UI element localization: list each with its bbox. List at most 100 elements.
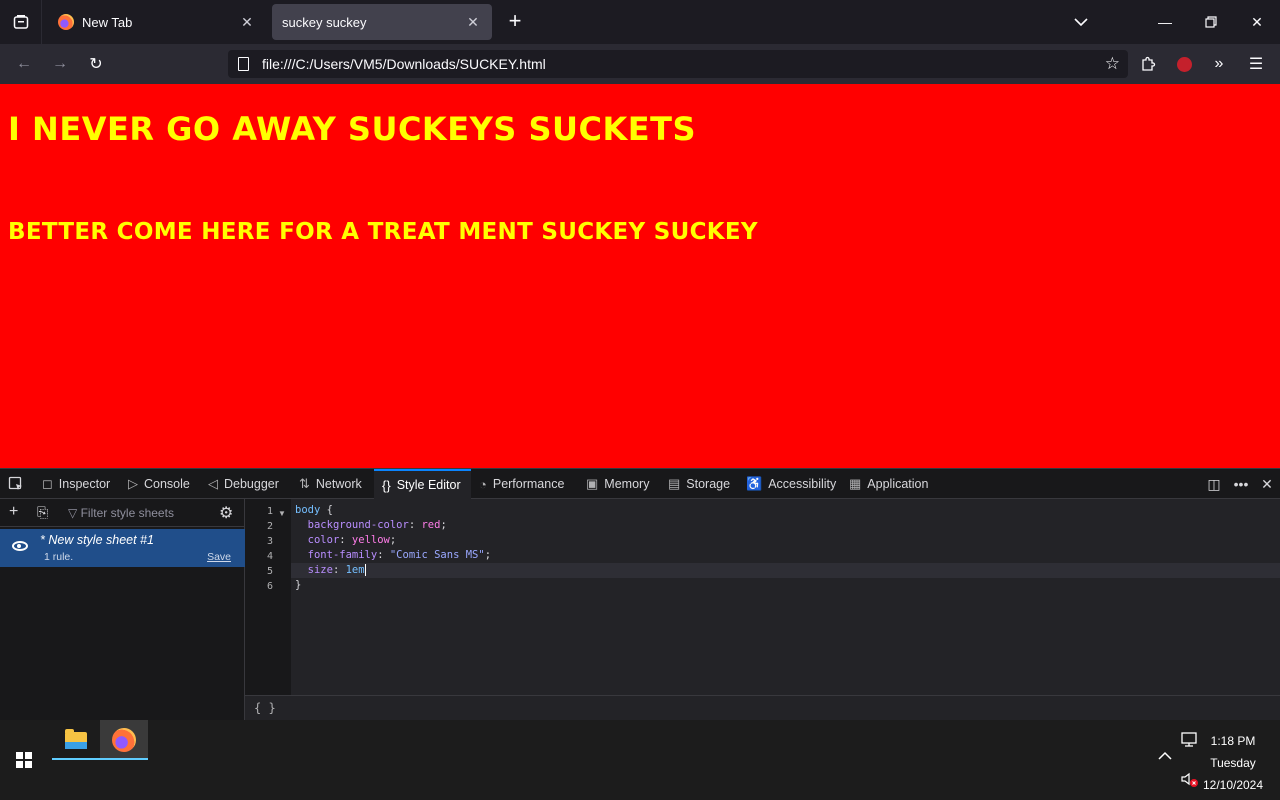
add-stylesheet-icon[interactable]: +: [9, 503, 18, 521]
bookmark-star-icon[interactable]: ☆: [1105, 54, 1120, 74]
tab-style-editor[interactable]: {} Style Editor: [374, 469, 471, 499]
devtools-menu-button[interactable]: •••: [1228, 469, 1254, 499]
tab-application[interactable]: ▦ Application: [849, 469, 928, 499]
list-all-tabs-button[interactable]: [1058, 0, 1104, 44]
line-number: 4: [266, 551, 273, 562]
stylesheet-name: * New style sheet #1: [40, 533, 154, 547]
save-link[interactable]: Save: [207, 551, 231, 563]
css-property: color: [307, 534, 340, 546]
minimize-button[interactable]: —: [1142, 0, 1188, 44]
arrow-right-icon: →: [52, 55, 68, 72]
page-heading: I NEVER GO AWAY SUCKEYS SUCKETS: [8, 110, 696, 148]
page-subheading: BETTER COME HERE FOR A TREAT MENT SUCKEY…: [8, 219, 758, 245]
close-icon[interactable]: ✕: [464, 13, 482, 31]
pretty-print-button[interactable]: { }: [254, 701, 276, 715]
tab-label: Accessibility: [768, 477, 837, 491]
tab-label: Console: [144, 477, 190, 491]
windows-start-icon[interactable]: [16, 752, 32, 768]
navigation-toolbar: ← → ↻ file:///C:/Users/VM5/Downloads/SUC…: [0, 44, 1280, 84]
filter-placeholder: Filter style sheets: [80, 506, 174, 520]
reload-icon: ↻: [89, 56, 103, 73]
tab-new-tab[interactable]: New Tab ✕: [48, 4, 266, 40]
line-number: 3: [266, 536, 273, 547]
volume-tray-icon[interactable]: [1181, 772, 1199, 791]
window-close-button[interactable]: ✕: [1234, 0, 1280, 44]
devtools-panel: ◻ Inspector ▷ Console ◁ Debugger ⇅ Network {…: [0, 468, 1280, 721]
app-menu-button[interactable]: ☰: [1242, 50, 1270, 78]
stylesheet-item[interactable]: * New style sheet #1 1 rule. Save: [0, 529, 245, 567]
url-bar[interactable]: file:///C:/Users/VM5/Downloads/SUCKEY.ht…: [228, 50, 1128, 78]
tab-title: New Tab: [82, 14, 133, 30]
storage-icon: ▤: [668, 476, 681, 491]
network-tray-icon[interactable]: [1181, 732, 1199, 751]
chevrons-right-icon: »: [1214, 55, 1224, 72]
code-brace: {: [320, 504, 333, 516]
gear-icon[interactable]: ⚙: [219, 503, 233, 523]
firefox-view-icon: [13, 15, 28, 29]
close-icon: ✕: [1251, 13, 1263, 30]
css-value: "Comic Sans MS": [389, 549, 485, 561]
filter-stylesheets-input[interactable]: ▽ Filter style sheets: [68, 506, 174, 520]
forward-button[interactable]: →: [46, 50, 74, 78]
tab-network[interactable]: ⇅ Network: [299, 469, 362, 499]
css-property: background-color: [307, 519, 409, 531]
css-property: size: [307, 564, 333, 576]
more-tools-button[interactable]: »: [1205, 50, 1233, 78]
restore-icon: [1205, 16, 1217, 28]
tab-performance[interactable]: ◔ Performance: [479, 469, 564, 499]
fold-arrow-icon[interactable]: ▼: [278, 509, 286, 518]
ublock-icon: [1176, 56, 1192, 72]
dock-icon: ◫: [1207, 475, 1221, 492]
style-editor[interactable]: 1 ▼ 2 3 4 5 6 body { background-color: r…: [245, 499, 1280, 695]
extensions-button[interactable]: [1134, 50, 1162, 78]
document-icon: [238, 57, 249, 71]
element-picker-button[interactable]: [8, 469, 24, 499]
url-text: file:///C:/Users/VM5/Downloads/SUCKEY.ht…: [262, 56, 546, 72]
firefox-icon: [58, 14, 74, 30]
tab-label: Style Editor: [396, 478, 461, 492]
tab-label: Network: [315, 477, 362, 491]
tab-console[interactable]: ▷ Console: [128, 469, 190, 499]
hamburger-menu-icon: ☰: [1248, 56, 1264, 73]
performance-icon: ◔: [479, 476, 487, 492]
memory-icon: ▣: [586, 476, 599, 491]
eye-icon[interactable]: [12, 541, 28, 551]
running-indicator: [100, 758, 148, 760]
tab-label: Storage: [686, 477, 731, 491]
tab-inspector[interactable]: ◻ Inspector: [42, 469, 110, 499]
tab-debugger[interactable]: ◁ Debugger: [208, 469, 279, 499]
sidebar-toolbar: + ⎘ ▽ Filter style sheets ⚙: [0, 499, 245, 527]
new-tab-button[interactable]: +: [503, 10, 527, 34]
network-icon: ⇅: [299, 476, 310, 491]
restore-button[interactable]: [1188, 0, 1234, 44]
css-value: red: [421, 519, 441, 531]
back-button[interactable]: ←: [10, 50, 38, 78]
ublock-button[interactable]: [1170, 50, 1198, 78]
tab-accessibility[interactable]: ♿ Accessibility: [746, 469, 836, 499]
line-number: 5: [266, 566, 273, 577]
reload-button[interactable]: ↻: [82, 50, 110, 78]
code-line: }: [295, 579, 301, 591]
tab-suckey[interactable]: suckey suckey ✕: [272, 4, 492, 40]
system-clock[interactable]: 1:18 PM Tuesday 12/10/2024: [1198, 730, 1268, 796]
firefox-taskbar-button[interactable]: [100, 720, 148, 760]
more-icon: •••: [1233, 476, 1249, 492]
show-hidden-icons-button[interactable]: [1158, 750, 1172, 764]
close-icon: ✕: [1261, 475, 1273, 492]
close-icon[interactable]: ✕: [238, 13, 256, 31]
code-brace: }: [295, 579, 302, 591]
tab-storage[interactable]: ▤ Storage: [668, 469, 730, 499]
code-line: size: 1em: [307, 564, 366, 576]
console-icon: ▷: [128, 476, 138, 491]
pretty-print-bar: { }: [245, 695, 1280, 721]
import-stylesheet-icon[interactable]: ⎘: [37, 504, 48, 521]
devtools-toolbar: ◻ Inspector ▷ Console ◁ Debugger ⇅ Network {…: [0, 469, 1280, 499]
firefox-view-button[interactable]: [0, 0, 42, 44]
running-indicator: [52, 758, 100, 760]
file-explorer-button[interactable]: [52, 720, 100, 760]
tab-memory[interactable]: ▣ Memory: [586, 469, 649, 499]
clock-time: 1:18 PM: [1210, 734, 1256, 748]
clock-day: Tuesday: [1210, 756, 1256, 770]
dock-toggle-button[interactable]: ◫: [1201, 469, 1227, 499]
devtools-close-button[interactable]: ✕: [1254, 469, 1280, 499]
